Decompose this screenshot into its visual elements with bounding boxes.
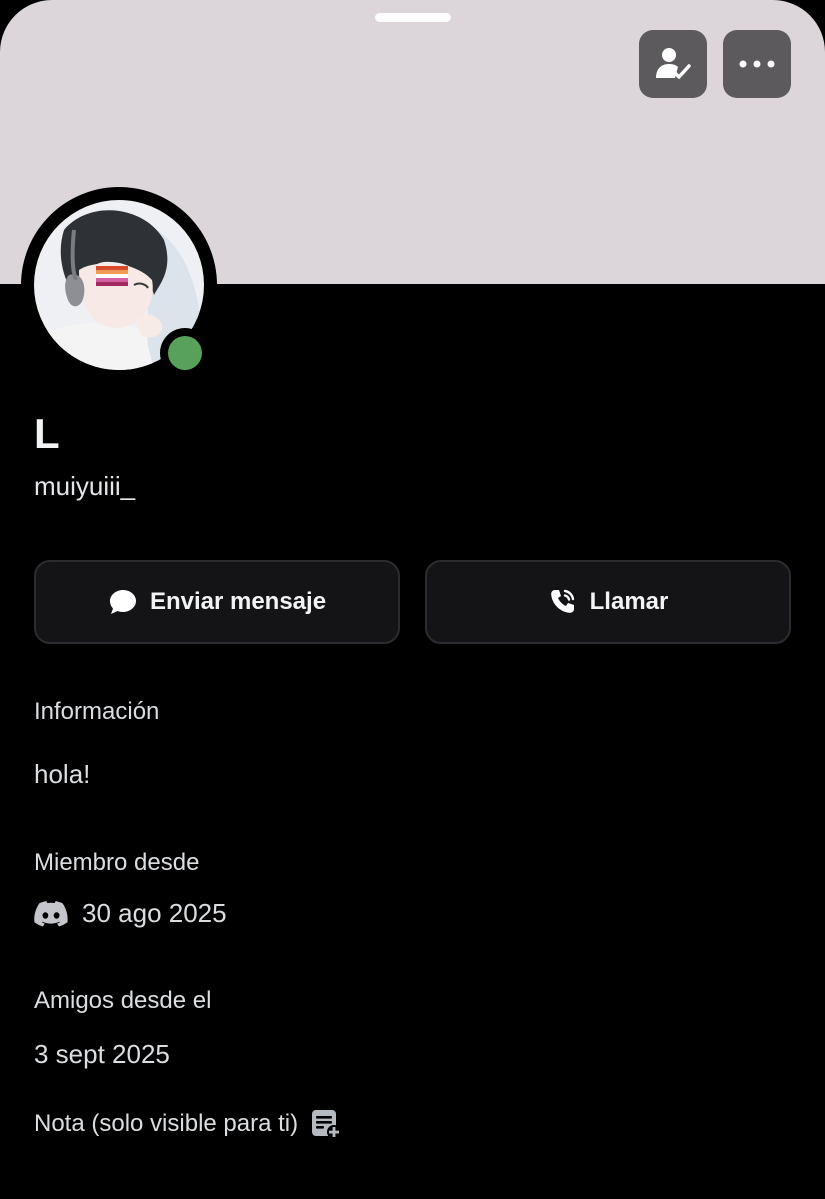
member-since-heading: Miembro desde — [34, 849, 200, 876]
display-name: L — [34, 410, 60, 457]
phone-call-icon — [550, 589, 574, 613]
more-options-button[interactable] — [723, 30, 791, 98]
note-label: Nota (solo visible para ti) — [34, 1110, 299, 1137]
more-dots-icon — [739, 60, 775, 68]
username[interactable]: muiyuiii_ — [34, 471, 135, 502]
person-check-icon — [656, 48, 691, 79]
add-note-icon — [312, 1110, 342, 1139]
chat-bubble-icon — [109, 590, 136, 614]
call-button[interactable]: Llamar — [425, 560, 791, 644]
friend-status-button[interactable] — [639, 30, 707, 98]
call-label: Llamar — [589, 588, 669, 615]
member-since-row: 30 ago 2025 — [34, 898, 227, 929]
friends-since-date: 3 sept 2025 — [34, 1039, 170, 1069]
friends-since-heading: Amigos desde el — [34, 987, 212, 1014]
discord-icon — [34, 900, 68, 926]
note-button[interactable]: Nota (solo visible para ti) — [34, 1108, 342, 1140]
profile-sheet: L muiyuiii_ Enviar mensaje Llamar Inform… — [0, 0, 825, 1199]
send-message-button[interactable]: Enviar mensaje — [34, 560, 400, 644]
info-heading: Información — [34, 698, 160, 725]
drag-handle[interactable] — [375, 13, 451, 22]
send-message-label: Enviar mensaje — [149, 588, 327, 615]
member-since-date: 30 ago 2025 — [82, 898, 227, 928]
bio-text: hola! — [34, 759, 91, 789]
online-status-indicator — [168, 336, 202, 370]
